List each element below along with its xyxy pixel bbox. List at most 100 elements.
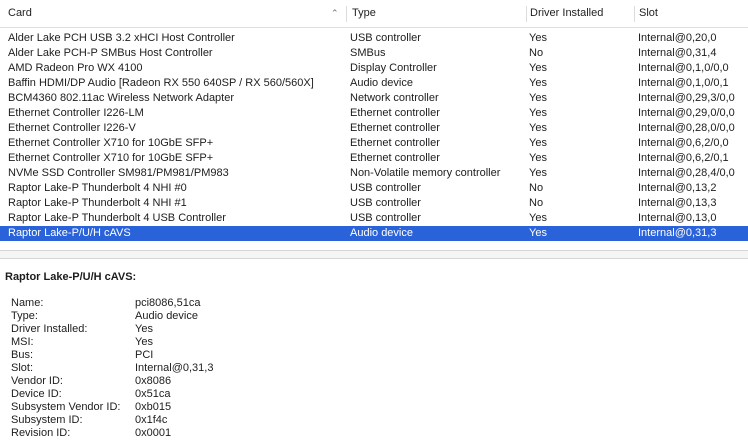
card-cell: BCM4360 802.11ac Wireless Network Adapte… xyxy=(8,92,235,104)
column-divider[interactable] xyxy=(526,6,527,22)
property-value: 0x8086 xyxy=(135,375,172,387)
property-row: Bus: PCI xyxy=(11,349,411,362)
table-row[interactable]: Ethernet Controller I226-LM Ethernet con… xyxy=(0,106,748,121)
pci-cards-table: Card ⌃ Type Driver Installed Slot Alder … xyxy=(0,0,748,250)
table-row[interactable]: Ethernet Controller I226-V Ethernet cont… xyxy=(0,121,748,136)
table-row[interactable]: Raptor Lake-P Thunderbolt 4 NHI #0 USB c… xyxy=(0,181,748,196)
property-row: Vendor ID: 0x8086 xyxy=(11,375,411,388)
driver-cell: Yes xyxy=(529,137,547,149)
property-value: 0x51ca xyxy=(135,388,171,400)
driver-cell: No xyxy=(529,47,544,59)
type-cell: SMBus xyxy=(350,47,386,59)
property-value: Internal@0,31,3 xyxy=(135,362,214,374)
table-row[interactable]: Baffin HDMI/DP Audio [Radeon RX 550 640S… xyxy=(0,76,748,91)
column-divider[interactable] xyxy=(346,6,347,22)
type-cell: Ethernet controller xyxy=(350,137,440,149)
property-value: 0x0001 xyxy=(135,427,172,439)
slot-cell: Internal@0,6,2/0,0 xyxy=(638,137,729,149)
card-cell: Ethernet Controller X710 for 10GbE SFP+ xyxy=(8,137,214,149)
driver-cell: Yes xyxy=(529,212,547,224)
property-key: Device ID: xyxy=(11,388,62,400)
column-divider[interactable] xyxy=(634,6,635,22)
table-row[interactable]: Raptor Lake-P Thunderbolt 4 NHI #1 USB c… xyxy=(0,196,748,211)
property-row: Subsystem ID: 0x1f4c xyxy=(11,414,411,427)
property-key: Revision ID: xyxy=(11,427,71,439)
column-header-type[interactable]: Type xyxy=(352,0,376,27)
table-header: Card ⌃ Type Driver Installed Slot xyxy=(0,0,748,28)
type-cell: USB controller xyxy=(350,197,421,209)
type-cell: Ethernet controller xyxy=(350,152,440,164)
property-key: MSI: xyxy=(11,336,34,348)
card-cell: Alder Lake PCH USB 3.2 xHCI Host Control… xyxy=(8,32,235,44)
property-key: Type: xyxy=(11,310,38,322)
property-value: Yes xyxy=(135,336,153,348)
split-view-divider[interactable] xyxy=(0,250,748,259)
table-row[interactable]: Alder Lake PCH USB 3.2 xHCI Host Control… xyxy=(0,31,748,46)
type-cell: Network controller xyxy=(350,92,439,104)
property-key: Subsystem Vendor ID: xyxy=(11,401,121,413)
type-cell: USB controller xyxy=(350,182,421,194)
column-header-slot[interactable]: Slot xyxy=(639,0,658,27)
slot-cell: Internal@0,29,3/0,0 xyxy=(638,92,735,104)
column-header-driver-installed[interactable]: Driver Installed xyxy=(530,0,603,27)
slot-cell: Internal@0,31,3 xyxy=(638,227,717,239)
card-cell: Baffin HDMI/DP Audio [Radeon RX 550 640S… xyxy=(8,77,314,89)
property-value: 0xb015 xyxy=(135,401,172,413)
slot-cell: Internal@0,29,0/0,0 xyxy=(638,107,735,119)
card-cell: Ethernet Controller I226-LM xyxy=(8,107,144,119)
card-cell: Raptor Lake-P Thunderbolt 4 NHI #1 xyxy=(8,197,187,209)
property-key: Slot: xyxy=(11,362,34,374)
chevron-up-icon[interactable]: ⌃ xyxy=(331,0,339,27)
slot-cell: Internal@0,6,2/0,1 xyxy=(638,152,729,164)
property-value: pci8086,51ca xyxy=(135,297,201,309)
table-body: Alder Lake PCH USB 3.2 xHCI Host Control… xyxy=(0,31,748,241)
type-cell: Non-Volatile memory controller xyxy=(350,167,501,179)
property-value: Yes xyxy=(135,323,153,335)
card-cell: Raptor Lake-P/U/H cAVS xyxy=(8,227,131,239)
property-row: Revision ID: 0x0001 xyxy=(11,427,411,440)
slot-cell: Internal@0,31,4 xyxy=(638,47,717,59)
table-row[interactable]: BCM4360 802.11ac Wireless Network Adapte… xyxy=(0,91,748,106)
driver-cell: Yes xyxy=(529,122,547,134)
type-cell: Display Controller xyxy=(350,62,437,74)
driver-cell: Yes xyxy=(529,92,547,104)
driver-cell: Yes xyxy=(529,62,547,74)
card-cell: NVMe SSD Controller SM981/PM981/PM983 xyxy=(8,167,229,179)
driver-cell: Yes xyxy=(529,152,547,164)
driver-cell: No xyxy=(529,197,544,209)
property-key: Vendor ID: xyxy=(11,375,63,387)
table-row[interactable]: NVMe SSD Controller SM981/PM981/PM983 No… xyxy=(0,166,748,181)
table-row[interactable]: Alder Lake PCH-P SMBus Host Controller S… xyxy=(0,46,748,61)
driver-cell: Yes xyxy=(529,167,547,179)
column-header-card[interactable]: Card xyxy=(8,0,32,27)
property-row: MSI: Yes xyxy=(11,336,411,349)
slot-cell: Internal@0,13,2 xyxy=(638,182,717,194)
card-cell: Alder Lake PCH-P SMBus Host Controller xyxy=(8,47,213,59)
driver-cell: No xyxy=(529,182,544,194)
driver-cell: Yes xyxy=(529,227,547,239)
property-row: Slot: Internal@0,31,3 xyxy=(11,362,411,375)
table-row[interactable]: Ethernet Controller X710 for 10GbE SFP+ … xyxy=(0,136,748,151)
property-row: Subsystem Vendor ID: 0xb015 xyxy=(11,401,411,414)
table-row[interactable]: Ethernet Controller X710 for 10GbE SFP+ … xyxy=(0,151,748,166)
slot-cell: Internal@0,13,0 xyxy=(638,212,717,224)
detail-pane: Raptor Lake-P/U/H cAVS: Name: pci8086,51… xyxy=(0,259,748,446)
card-cell: AMD Radeon Pro WX 4100 xyxy=(8,62,143,74)
slot-cell: Internal@0,28,0/0,0 xyxy=(638,122,735,134)
property-list: Name: pci8086,51ca Type: Audio device Dr… xyxy=(11,297,411,440)
type-cell: USB controller xyxy=(350,32,421,44)
driver-cell: Yes xyxy=(529,107,547,119)
property-row: Device ID: 0x51ca xyxy=(11,388,411,401)
driver-cell: Yes xyxy=(529,77,547,89)
table-row[interactable]: Raptor Lake-P Thunderbolt 4 USB Controll… xyxy=(0,211,748,226)
table-row-selected[interactable]: Raptor Lake-P/U/H cAVS Audio device Yes … xyxy=(0,226,748,241)
slot-cell: Internal@0,13,3 xyxy=(638,197,717,209)
property-row: Type: Audio device xyxy=(11,310,411,323)
property-row: Name: pci8086,51ca xyxy=(11,297,411,310)
table-row[interactable]: AMD Radeon Pro WX 4100 Display Controlle… xyxy=(0,61,748,76)
property-key: Subsystem ID: xyxy=(11,414,83,426)
property-row: Driver Installed: Yes xyxy=(11,323,411,336)
property-key: Name: xyxy=(11,297,44,309)
property-value: Audio device xyxy=(135,310,198,322)
property-value: PCI xyxy=(135,349,154,361)
